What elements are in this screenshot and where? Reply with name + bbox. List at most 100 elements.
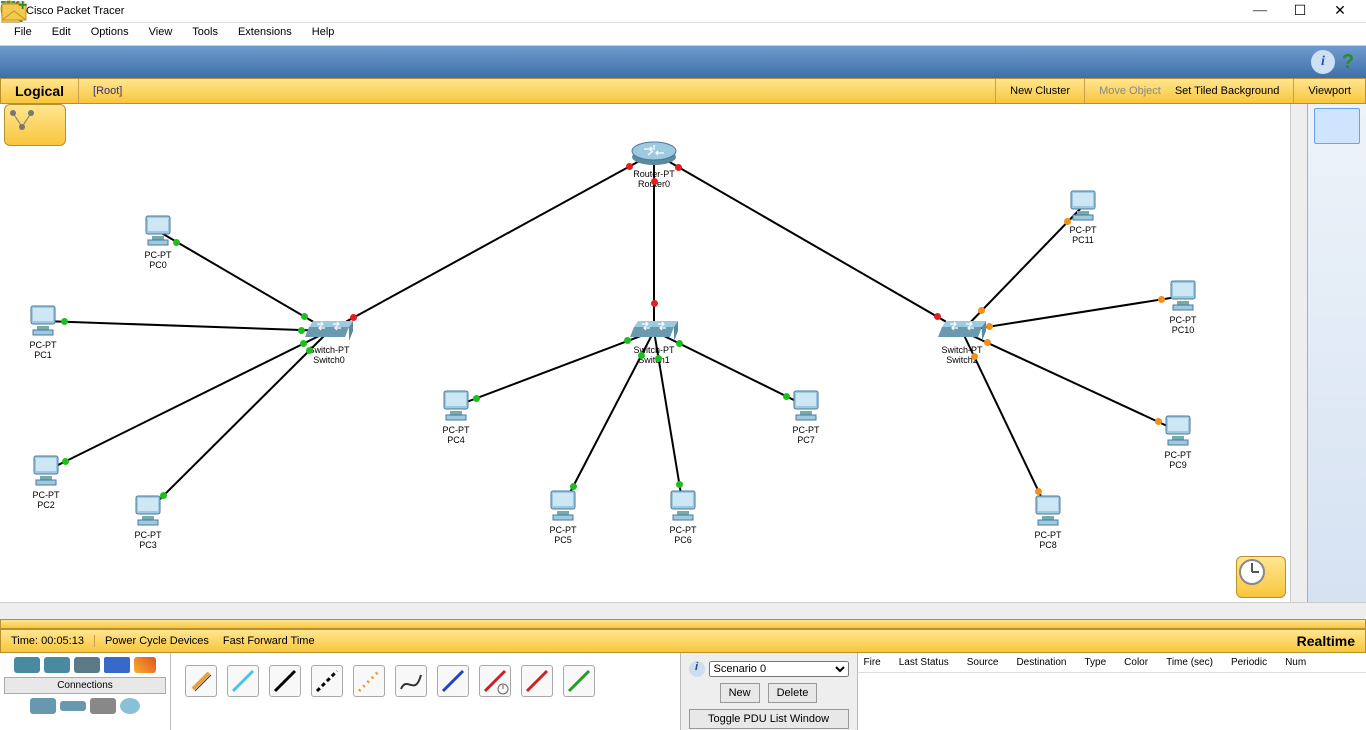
new-file-icon[interactable]	[6, 50, 30, 74]
fast-forward-button[interactable]: Fast Forward Time	[219, 635, 315, 647]
copy-icon[interactable]	[140, 50, 164, 74]
save-file-icon[interactable]	[56, 50, 80, 74]
scenario-select[interactable]: Scenario 0	[709, 661, 849, 677]
switches-category-icon[interactable]	[44, 657, 70, 673]
device-pc11[interactable]: PC-PT PC11	[1065, 189, 1101, 246]
close-button[interactable]: ✕	[1320, 3, 1360, 20]
cable-panel: Automatically Choose Connection Type	[171, 653, 680, 730]
note-tool-icon[interactable]	[1314, 188, 1360, 224]
cable-crossover-icon[interactable]	[311, 665, 343, 697]
device-category-panel: Connections	[0, 653, 171, 730]
menu-help[interactable]: Help	[302, 23, 345, 45]
custom-devices-icon[interactable]	[90, 698, 116, 714]
connections-category-icon[interactable]	[134, 657, 156, 673]
topology-canvas[interactable]: Router-PT Router0Switch-PT Switch0Switch…	[0, 104, 1290, 602]
power-cycle-button[interactable]: Power Cycle Devices	[95, 635, 219, 647]
vertical-scrollbar[interactable]	[1290, 104, 1307, 602]
paste-icon[interactable]	[165, 50, 189, 74]
device-pc7[interactable]: PC-PT PC7	[788, 389, 824, 446]
inspect-tool-icon[interactable]	[1314, 268, 1360, 304]
help-icon[interactable]: ?	[1336, 50, 1360, 74]
routers-category-icon[interactable]	[14, 657, 40, 673]
device-pc3[interactable]: PC-PT PC3	[130, 494, 166, 551]
link-port-icon	[651, 178, 658, 185]
zoom-reset-icon[interactable]: R	[274, 50, 298, 74]
cable-serial-dce-icon[interactable]	[479, 665, 511, 697]
time-label: Time: 00:05:13	[1, 635, 95, 647]
workspace-bar: Logical [Root] New Cluster Move Object S…	[0, 78, 1366, 104]
breadcrumb-root[interactable]: [Root]	[78, 79, 136, 103]
wan-emulation-icon[interactable]	[60, 701, 86, 711]
menu-extensions[interactable]: Extensions	[228, 23, 302, 45]
logical-tab[interactable]: Logical	[1, 83, 78, 99]
cable-phone-icon[interactable]	[395, 665, 427, 697]
realtime-simulation-toggle[interactable]	[1236, 556, 1286, 598]
redo-icon[interactable]	[215, 50, 239, 74]
device-pc6[interactable]: PC-PT PC6	[665, 489, 701, 546]
device-switch0[interactable]: Switch-PT Switch0	[305, 319, 353, 366]
minimize-button[interactable]: —	[1240, 3, 1280, 19]
delete-scenario-button[interactable]: Delete	[768, 683, 818, 703]
pdu-table-header: FireLast StatusSourceDestinationTypeColo…	[858, 653, 1366, 673]
zoom-out-icon[interactable]: -	[299, 50, 323, 74]
menu-file[interactable]: File	[4, 23, 42, 45]
horizontal-scrollbar[interactable]	[0, 602, 1292, 619]
wireless-category-icon[interactable]	[104, 657, 130, 673]
delete-tool-icon[interactable]	[1314, 228, 1360, 264]
device-switch2[interactable]: Switch-PT Switch2	[938, 319, 986, 366]
app-title: Cisco Packet Tracer	[26, 5, 124, 17]
device-label: PC-PT PC1	[25, 341, 61, 361]
open-file-icon[interactable]	[31, 50, 55, 74]
move-tool-icon[interactable]	[1314, 148, 1360, 184]
cable-octal-icon[interactable]	[563, 665, 595, 697]
divider-bar	[0, 619, 1366, 629]
resize-tool-icon[interactable]	[1314, 348, 1360, 384]
device-pc0[interactable]: PC-PT PC0	[140, 214, 176, 271]
device-label: PC-PT PC8	[1030, 531, 1066, 551]
print-icon[interactable]	[81, 50, 105, 74]
hubs-category-icon[interactable]	[74, 657, 100, 673]
set-background-button[interactable]: Set Tiled Background	[1175, 79, 1294, 103]
menu-view[interactable]: View	[139, 23, 183, 45]
add-complex-pdu-icon[interactable]: +	[1314, 462, 1360, 498]
info-icon[interactable]: i	[1311, 50, 1335, 74]
palette-icon[interactable]	[333, 50, 357, 74]
zoom-in-icon[interactable]: +	[249, 50, 273, 74]
wizard-icon[interactable]	[106, 50, 130, 74]
device-pc10[interactable]: PC-PT PC10	[1165, 279, 1201, 336]
end-devices-icon[interactable]	[30, 698, 56, 714]
cable-auto-icon[interactable]	[185, 665, 217, 697]
new-cluster-button[interactable]: New Cluster	[995, 79, 1084, 103]
device-pc1[interactable]: PC-PT PC1	[25, 304, 61, 361]
undo-icon[interactable]	[190, 50, 214, 74]
device-pc2[interactable]: PC-PT PC2	[28, 454, 64, 511]
device-label: PC-PT PC9	[1160, 451, 1196, 471]
device-pc5[interactable]: PC-PT PC5	[545, 489, 581, 546]
multiuser-icon[interactable]	[120, 698, 140, 714]
right-toolbar: + +	[1307, 104, 1366, 602]
cable-serial-dte-icon[interactable]	[521, 665, 553, 697]
add-simple-pdu-icon[interactable]: +	[1314, 422, 1360, 458]
device-pc9[interactable]: PC-PT PC9	[1160, 414, 1196, 471]
link-port-icon	[1035, 488, 1042, 495]
cable-fiber-icon[interactable]	[353, 665, 385, 697]
viewport-button[interactable]: Viewport	[1293, 79, 1365, 103]
cable-console-icon[interactable]	[227, 665, 259, 697]
link-port-icon	[570, 483, 577, 490]
pdu-list-panel: FireLast StatusSourceDestinationTypeColo…	[857, 653, 1366, 730]
maximize-button[interactable]: ☐	[1280, 3, 1320, 20]
device-dialog-icon[interactable]	[358, 50, 382, 74]
toggle-pdu-list-button[interactable]: Toggle PDU List Window	[689, 709, 849, 729]
select-tool-icon[interactable]	[1314, 108, 1360, 144]
device-switch1[interactable]: Switch-PT Switch1	[630, 319, 678, 366]
menu-tools[interactable]: Tools	[182, 23, 228, 45]
cable-coax-icon[interactable]	[437, 665, 469, 697]
draw-tool-icon[interactable]	[1314, 308, 1360, 344]
device-pc8[interactable]: PC-PT PC8	[1030, 494, 1066, 551]
cable-straight-icon[interactable]	[269, 665, 301, 697]
menu-options[interactable]: Options	[81, 23, 139, 45]
realtime-label: Realtime	[1297, 633, 1355, 649]
new-scenario-button[interactable]: New	[720, 683, 760, 703]
device-pc4[interactable]: PC-PT PC4	[438, 389, 474, 446]
menu-edit[interactable]: Edit	[42, 23, 81, 45]
